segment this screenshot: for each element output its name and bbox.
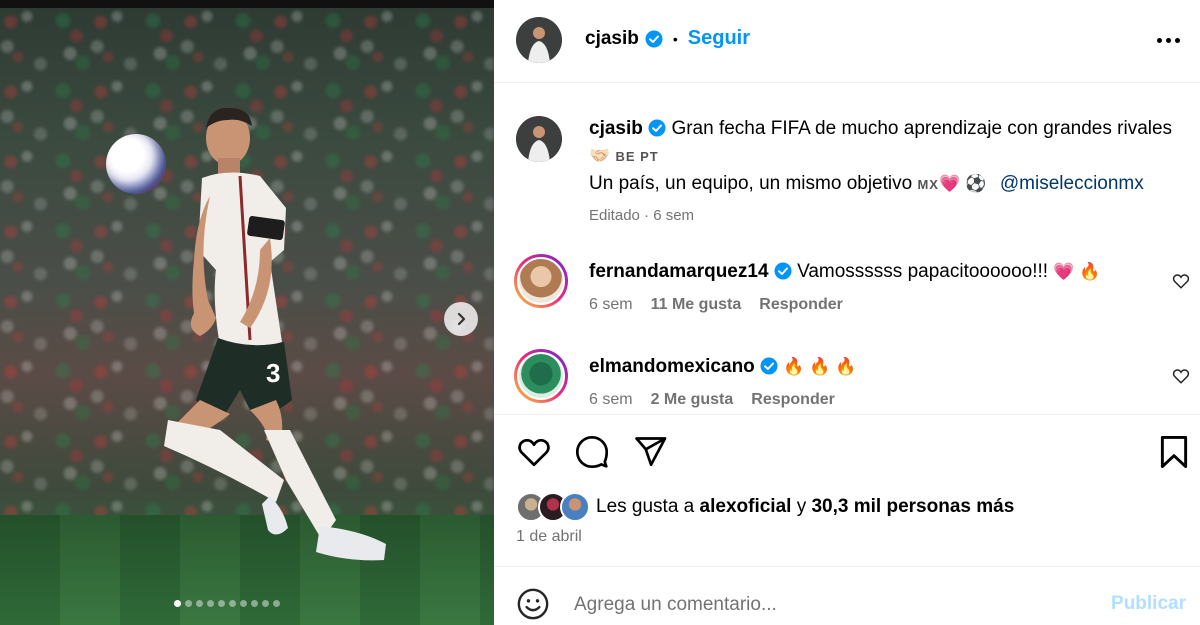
comment-emojis: 🔥 🔥 🔥 [783, 357, 857, 376]
comment-button[interactable] [574, 434, 610, 470]
comment-username[interactable]: elmandomexicano [589, 356, 755, 377]
caption-flag-mx: MX [917, 177, 939, 192]
post-media[interactable]: 3 [0, 0, 494, 625]
caption-flags: BE PT [615, 149, 659, 164]
handshake-emoji-icon: 🤝🏻 [589, 146, 611, 165]
more-options-dot [1174, 37, 1180, 43]
likes-summary[interactable]: Les gusta a alexoficial y 30,3 mil perso… [516, 492, 1014, 522]
more-options-icon [1156, 37, 1162, 43]
carousel-dot [196, 600, 203, 607]
comment-likes[interactable]: 11 Me gusta [651, 296, 742, 314]
more-options-button[interactable] [1154, 28, 1182, 52]
liker-avatar [560, 492, 590, 522]
caption-username[interactable]: cjasib [589, 118, 643, 139]
verified-badge-icon [774, 262, 792, 280]
post-side-panel: cjasib • Seguir cjasib Gran fecha FIFA d… [494, 0, 1200, 625]
comment-composer: Publicar [494, 567, 1200, 625]
share-icon [635, 437, 667, 467]
media-top-strip [0, 0, 494, 8]
liker-username[interactable]: alexoficial [700, 496, 792, 517]
comment-text: Vamossssss papacitoooooo!!! [797, 261, 1049, 282]
comment-emojis: 💗 🔥 [1053, 262, 1101, 281]
verified-badge-icon [648, 119, 666, 137]
reply-button[interactable]: Responder [759, 296, 843, 314]
comment: fernandamarquez14 Vamossssss papacitoooo… [589, 258, 1100, 314]
comment-avatar[interactable] [514, 254, 568, 308]
likes-text: Les gusta a alexoficial y 30,3 mil perso… [596, 496, 1014, 518]
post-action-bar [516, 434, 668, 470]
save-button[interactable] [1158, 434, 1194, 470]
likes-joiner: y [796, 496, 807, 517]
chevron-right-icon [457, 312, 466, 326]
comment-avatar-image [517, 257, 565, 305]
caption-author-avatar[interactable] [516, 116, 562, 162]
header-separator: • [672, 30, 678, 47]
comment-avatar[interactable] [514, 349, 568, 403]
heart-emoji-icon: 💗 [938, 174, 961, 193]
heart-icon [518, 438, 550, 467]
carousel-indicator [174, 600, 280, 607]
carousel-dot [240, 600, 247, 607]
comment-avatar-image [517, 352, 565, 400]
carousel-dot [262, 600, 269, 607]
comment-time[interactable]: 6 sem [589, 391, 633, 409]
soccer-ball-emoji-icon: ⚽ [965, 174, 987, 193]
post-date[interactable]: 1 de abril [516, 528, 582, 546]
caption-line-1: Gran fecha FIFA de mucho aprendizaje con… [671, 118, 1173, 139]
comment-like-heart-icon[interactable] [1172, 367, 1190, 385]
carousel-dot [273, 600, 280, 607]
share-button[interactable] [632, 434, 668, 470]
carousel-dot [218, 600, 225, 607]
carousel-dot [251, 600, 258, 607]
comment-input[interactable] [574, 591, 1094, 619]
carousel-dot [185, 600, 192, 607]
comment-time[interactable]: 6 sem [589, 296, 633, 314]
caption-edited-time: Editado · 6 sem [589, 207, 695, 224]
caption-line-2: Un país, un equipo, un mismo objetivo [589, 173, 913, 194]
emoji-icon[interactable] [516, 587, 550, 621]
svg-text:3: 3 [266, 358, 280, 388]
likes-others[interactable]: 30,3 mil personas más [811, 496, 1014, 517]
verified-badge-icon [645, 30, 663, 47]
bookmark-icon [1160, 436, 1188, 468]
comment-username[interactable]: fernandamarquez14 [589, 261, 769, 282]
carousel-dot-active [174, 600, 181, 607]
reply-button[interactable]: Responder [751, 391, 835, 409]
carousel-dot [229, 600, 236, 607]
comment-icon [575, 435, 609, 469]
author-avatar[interactable] [516, 17, 562, 63]
likes-prefix: Les gusta a [596, 496, 695, 517]
comments-list: cjasib Gran fecha FIFA de mucho aprendiz… [494, 84, 1200, 414]
publish-button[interactable]: Publicar [1111, 593, 1186, 615]
caption: cjasib Gran fecha FIFA de mucho aprendiz… [589, 115, 1189, 224]
comment-like-heart-icon[interactable] [1172, 272, 1190, 290]
carousel-next-button[interactable] [444, 302, 478, 336]
more-options-dot [1165, 37, 1171, 43]
author-username[interactable]: cjasib [585, 28, 639, 50]
post-header: cjasib • Seguir [494, 0, 1200, 83]
verified-badge-icon [760, 357, 778, 375]
mention-link[interactable]: @miseleccionmx [1000, 173, 1144, 194]
follow-button[interactable]: Seguir [688, 27, 750, 50]
comment: elmandomexicano 🔥 🔥 🔥 6 sem 2 Me gusta R… [589, 353, 856, 409]
player-figure: 3 [164, 107, 386, 561]
carousel-dot [207, 600, 214, 607]
like-button[interactable] [516, 434, 552, 470]
comment-likes[interactable]: 2 Me gusta [651, 391, 734, 409]
actions-divider [494, 414, 1200, 415]
